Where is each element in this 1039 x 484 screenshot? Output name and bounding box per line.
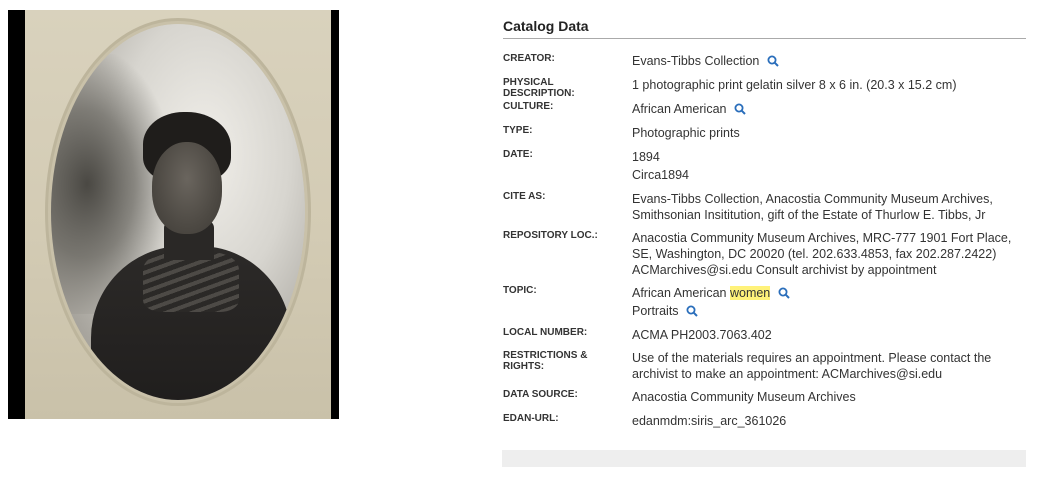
topic-item-2-value: Portraits xyxy=(632,304,679,318)
label-local-number: LOCAL NUMBER: xyxy=(503,327,588,338)
label-date: DATE: xyxy=(503,149,533,160)
label-creator: CREATOR: xyxy=(503,53,555,64)
value-data-source: Anacostia Community Museum Archives xyxy=(632,390,856,404)
label-repository: REPOSITORY LOC.: xyxy=(503,230,598,241)
search-icon[interactable] xyxy=(778,287,790,299)
label-topic: TOPIC: xyxy=(503,285,537,296)
search-icon[interactable] xyxy=(767,55,779,67)
search-icon[interactable] xyxy=(686,305,698,317)
value-physical-description: 1 photographic print gelatin silver 8 x … xyxy=(632,78,957,92)
value-topic: African American women Portraits xyxy=(632,285,1026,319)
catalog-data-panel: Catalog Data CREATOR: Evans-Tibbs Collec… xyxy=(503,10,1026,428)
value-date: 1894 Circa1894 xyxy=(632,149,1026,183)
value-restrictions: Use of the materials requires an appoint… xyxy=(632,351,992,381)
portrait-photograph[interactable] xyxy=(8,10,339,419)
footer-bar xyxy=(502,450,1026,467)
culture-value: African American xyxy=(632,102,727,116)
topic-item-1-prefix: African American xyxy=(632,286,730,300)
date-value-1: 1894 xyxy=(632,150,660,164)
creator-value: Evans-Tibbs Collection xyxy=(632,54,760,68)
label-restrictions: RESTRICTIONS & RIGHTS: xyxy=(503,350,588,372)
label-edan-url: EDAN-URL: xyxy=(503,413,559,424)
value-culture: African American xyxy=(632,101,1026,117)
value-type: Photographic prints xyxy=(632,126,740,140)
topic-item-2: Portraits xyxy=(632,303,1026,319)
topic-highlight: women xyxy=(729,286,771,300)
value-creator: Evans-Tibbs Collection xyxy=(632,53,1026,69)
photo-mount xyxy=(25,10,331,419)
search-icon[interactable] xyxy=(734,103,746,115)
label-physical-description: PHYSICAL DESCRIPTION: xyxy=(503,77,575,99)
date-value-2: Circa1894 xyxy=(632,168,689,182)
value-cite-as: Evans-Tibbs Collection, Anacostia Commun… xyxy=(632,192,993,222)
value-edan-url: edanmdm:siris_arc_361026 xyxy=(632,414,787,428)
value-local-number: ACMA PH2003.7063.402 xyxy=(632,328,772,342)
topic-item-1: African American women xyxy=(632,285,1026,301)
photo-oval-vignette xyxy=(51,24,305,400)
label-cite-as: CITE AS: xyxy=(503,191,546,202)
label-data-source: DATA SOURCE: xyxy=(503,389,578,400)
label-culture: CULTURE: xyxy=(503,101,554,112)
catalog-title: Catalog Data xyxy=(503,10,1026,39)
label-type: TYPE: xyxy=(503,125,533,136)
value-repository: Anacostia Community Museum Archives, MRC… xyxy=(632,231,1012,277)
